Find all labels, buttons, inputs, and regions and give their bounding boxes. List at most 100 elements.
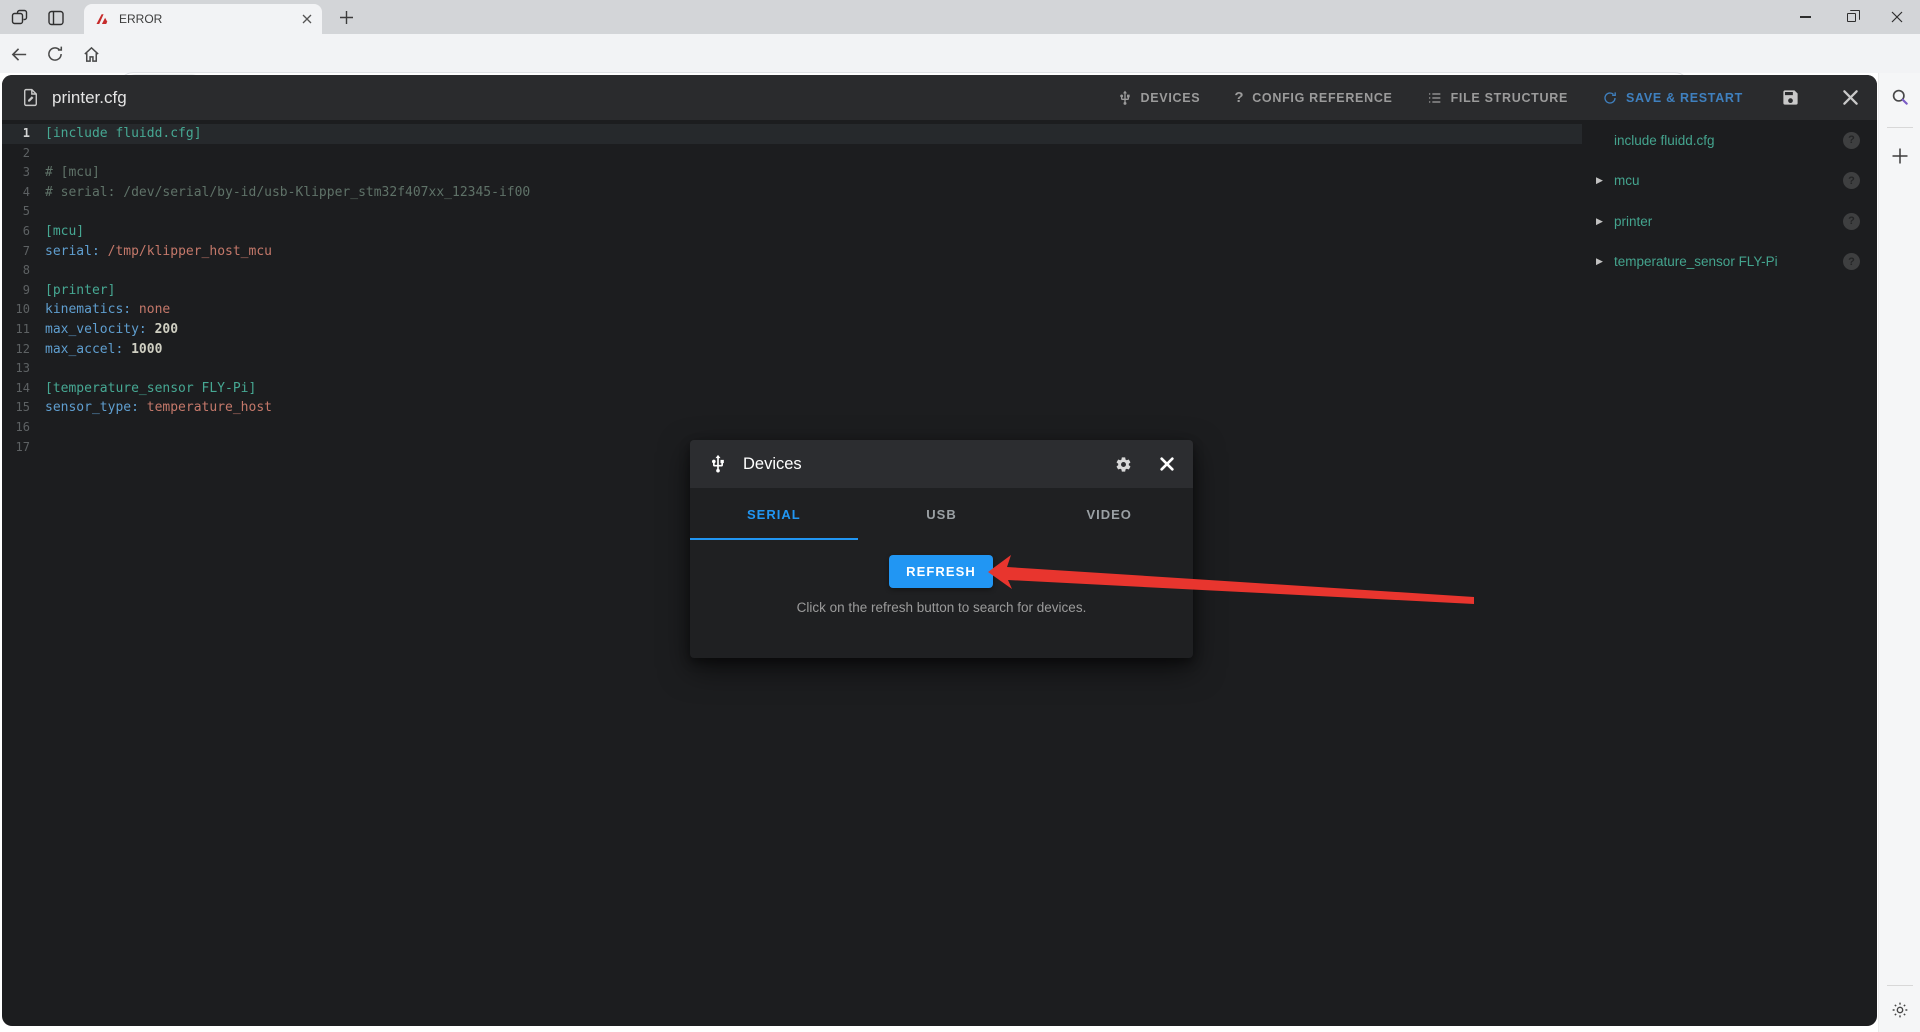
devices-tabs: SERIAL USB VIDEO [690, 488, 1193, 540]
rail-divider-top [1887, 127, 1913, 128]
editor-line[interactable]: 4 # serial: /dev/serial/by-id/usb-Klipper… [2, 183, 1582, 203]
tab-actions-icon[interactable] [45, 7, 67, 29]
line-number: 6 [22, 223, 30, 238]
list-icon [1427, 90, 1443, 106]
editor-line[interactable]: 12 max_accel: 1000 [2, 340, 1582, 360]
save-restart-button[interactable]: SAVE & RESTART [1602, 90, 1743, 106]
restore-button[interactable] [1828, 0, 1874, 34]
browser-tab-strip: ERROR [0, 0, 1920, 34]
code-text: [mcu] [45, 223, 85, 239]
code-text: # serial: /dev/serial/by-id/usb-Klipper_… [45, 184, 531, 200]
code-text: max_velocity: 200 [45, 321, 179, 337]
devices-button[interactable]: DEVICES [1117, 90, 1201, 106]
line-number: 14 [15, 380, 30, 395]
close-editor-icon[interactable] [1837, 85, 1863, 111]
editor-line[interactable]: 7 serial: /tmp/klipper_host_mcu [2, 242, 1582, 262]
structure-item-include[interactable]: ▶include fluidd.cfg? [1581, 120, 1877, 161]
editor-line[interactable]: 13 [2, 359, 1582, 379]
active-tab-underline [690, 538, 858, 540]
tab-usb[interactable]: USB [858, 488, 1026, 540]
dialog-settings-gear-icon[interactable] [1115, 456, 1132, 473]
help-icon[interactable]: ? [1843, 253, 1860, 271]
rail-divider-bottom [1887, 985, 1913, 986]
config-reference-button[interactable]: ? CONFIG REFERENCE [1234, 89, 1392, 106]
file-structure-label: FILE STRUCTURE [1450, 90, 1569, 105]
save-restart-label: SAVE & RESTART [1626, 90, 1743, 105]
devices-dialog-header: Devices [690, 440, 1193, 488]
tab-title: ERROR [119, 12, 163, 26]
line-number: 11 [15, 321, 30, 336]
editor-line[interactable]: 3 # [mcu] [2, 163, 1582, 183]
line-number: 15 [15, 400, 30, 415]
editor-line[interactable]: 11 max_velocity: 200 [2, 320, 1582, 340]
line-number: 9 [22, 282, 30, 297]
line-number: 3 [22, 165, 30, 180]
expand-arrow-icon[interactable]: ▶ [1596, 256, 1614, 267]
home-icon[interactable] [80, 43, 102, 65]
help-icon[interactable]: ? [1843, 212, 1860, 230]
editor-line[interactable]: 2 [2, 144, 1582, 164]
structure-item-label: include fluidd.cfg [1614, 132, 1715, 148]
editor-line[interactable]: 14 [temperature_sensor FLY-Pi] [2, 379, 1582, 399]
devices-label: DEVICES [1140, 90, 1201, 105]
structure-item-mcu[interactable]: ▶ mcu? [1581, 161, 1877, 202]
file-edit-icon [20, 87, 41, 108]
rail-add-icon[interactable] [1879, 147, 1920, 165]
structure-item-label: printer [1614, 213, 1653, 229]
file-structure-button[interactable]: FILE STRUCTURE [1427, 90, 1568, 106]
tab-close-icon[interactable] [302, 14, 312, 24]
line-number: 8 [22, 263, 30, 278]
line-number: 16 [15, 419, 30, 434]
refresh-page-icon[interactable] [44, 43, 66, 65]
structure-item-printer[interactable]: ▶ printer? [1581, 201, 1877, 242]
help-icon[interactable]: ? [1843, 172, 1860, 190]
dialog-close-icon[interactable] [1159, 456, 1175, 472]
workspaces-icon[interactable] [9, 7, 31, 29]
expand-arrow-icon[interactable]: ▶ [1596, 216, 1614, 227]
code-text: serial: /tmp/klipper_host_mcu [45, 243, 272, 259]
rail-settings-gear-icon[interactable] [1879, 1000, 1920, 1020]
editor-line[interactable]: 9 [printer] [2, 281, 1582, 301]
tab-serial[interactable]: SERIAL [690, 488, 858, 540]
editor-line[interactable]: 16 [2, 418, 1582, 438]
line-number: 17 [15, 439, 30, 454]
dialog-actions [1115, 456, 1175, 473]
editor-line[interactable]: 8 [2, 261, 1582, 281]
code-text: kinematics: none [45, 302, 171, 318]
tab-video[interactable]: VIDEO [1025, 488, 1193, 540]
code-text: max_accel: 1000 [45, 341, 163, 357]
editor-line[interactable]: 5 [2, 202, 1582, 222]
dialog-title: Devices [743, 454, 802, 473]
question-mark-icon: ? [1234, 89, 1245, 106]
code-text: [printer] [45, 282, 116, 298]
restart-icon [1602, 90, 1618, 106]
editor-line[interactable]: 1 [include fluidd.cfg] [2, 124, 1582, 144]
structure-tree: ▶include fluidd.cfg?▶mcu?▶printer?▶tempe… [1581, 120, 1877, 282]
line-number: 13 [15, 361, 30, 376]
help-icon[interactable]: ? [1843, 131, 1860, 149]
line-number: 12 [15, 341, 30, 356]
screen: { "browser": { "tab_title": "ERROR", "ad… [0, 0, 1920, 1032]
editor-line[interactable]: 6 [mcu] [2, 222, 1582, 242]
structure-item-temperature_sensor[interactable]: ▶ temperature_sensor FLY-Pi? [1581, 242, 1877, 283]
sidebar-search-icon[interactable] [1879, 87, 1920, 107]
expand-arrow-icon[interactable]: ▶ [1596, 175, 1614, 186]
editor-line[interactable]: 10 kinematics: none [2, 300, 1582, 320]
browser-tab-error[interactable]: ERROR [84, 4, 322, 34]
minimize-button[interactable] [1782, 0, 1828, 34]
line-number: 5 [22, 204, 30, 219]
refresh-button[interactable]: REFRESH [889, 555, 993, 588]
usb-icon [708, 454, 728, 474]
code-text: sensor_type: temperature_host [45, 400, 272, 416]
close-window-button[interactable] [1874, 0, 1920, 34]
back-icon[interactable] [8, 43, 30, 65]
save-file-icon[interactable] [1777, 85, 1803, 111]
editor-line[interactable]: 15 sensor_type: temperature_host [2, 398, 1582, 418]
app-header: printer.cfg DEVICES ? CONFIG REFERENCE F… [2, 75, 1877, 120]
new-tab-icon[interactable] [334, 5, 358, 29]
